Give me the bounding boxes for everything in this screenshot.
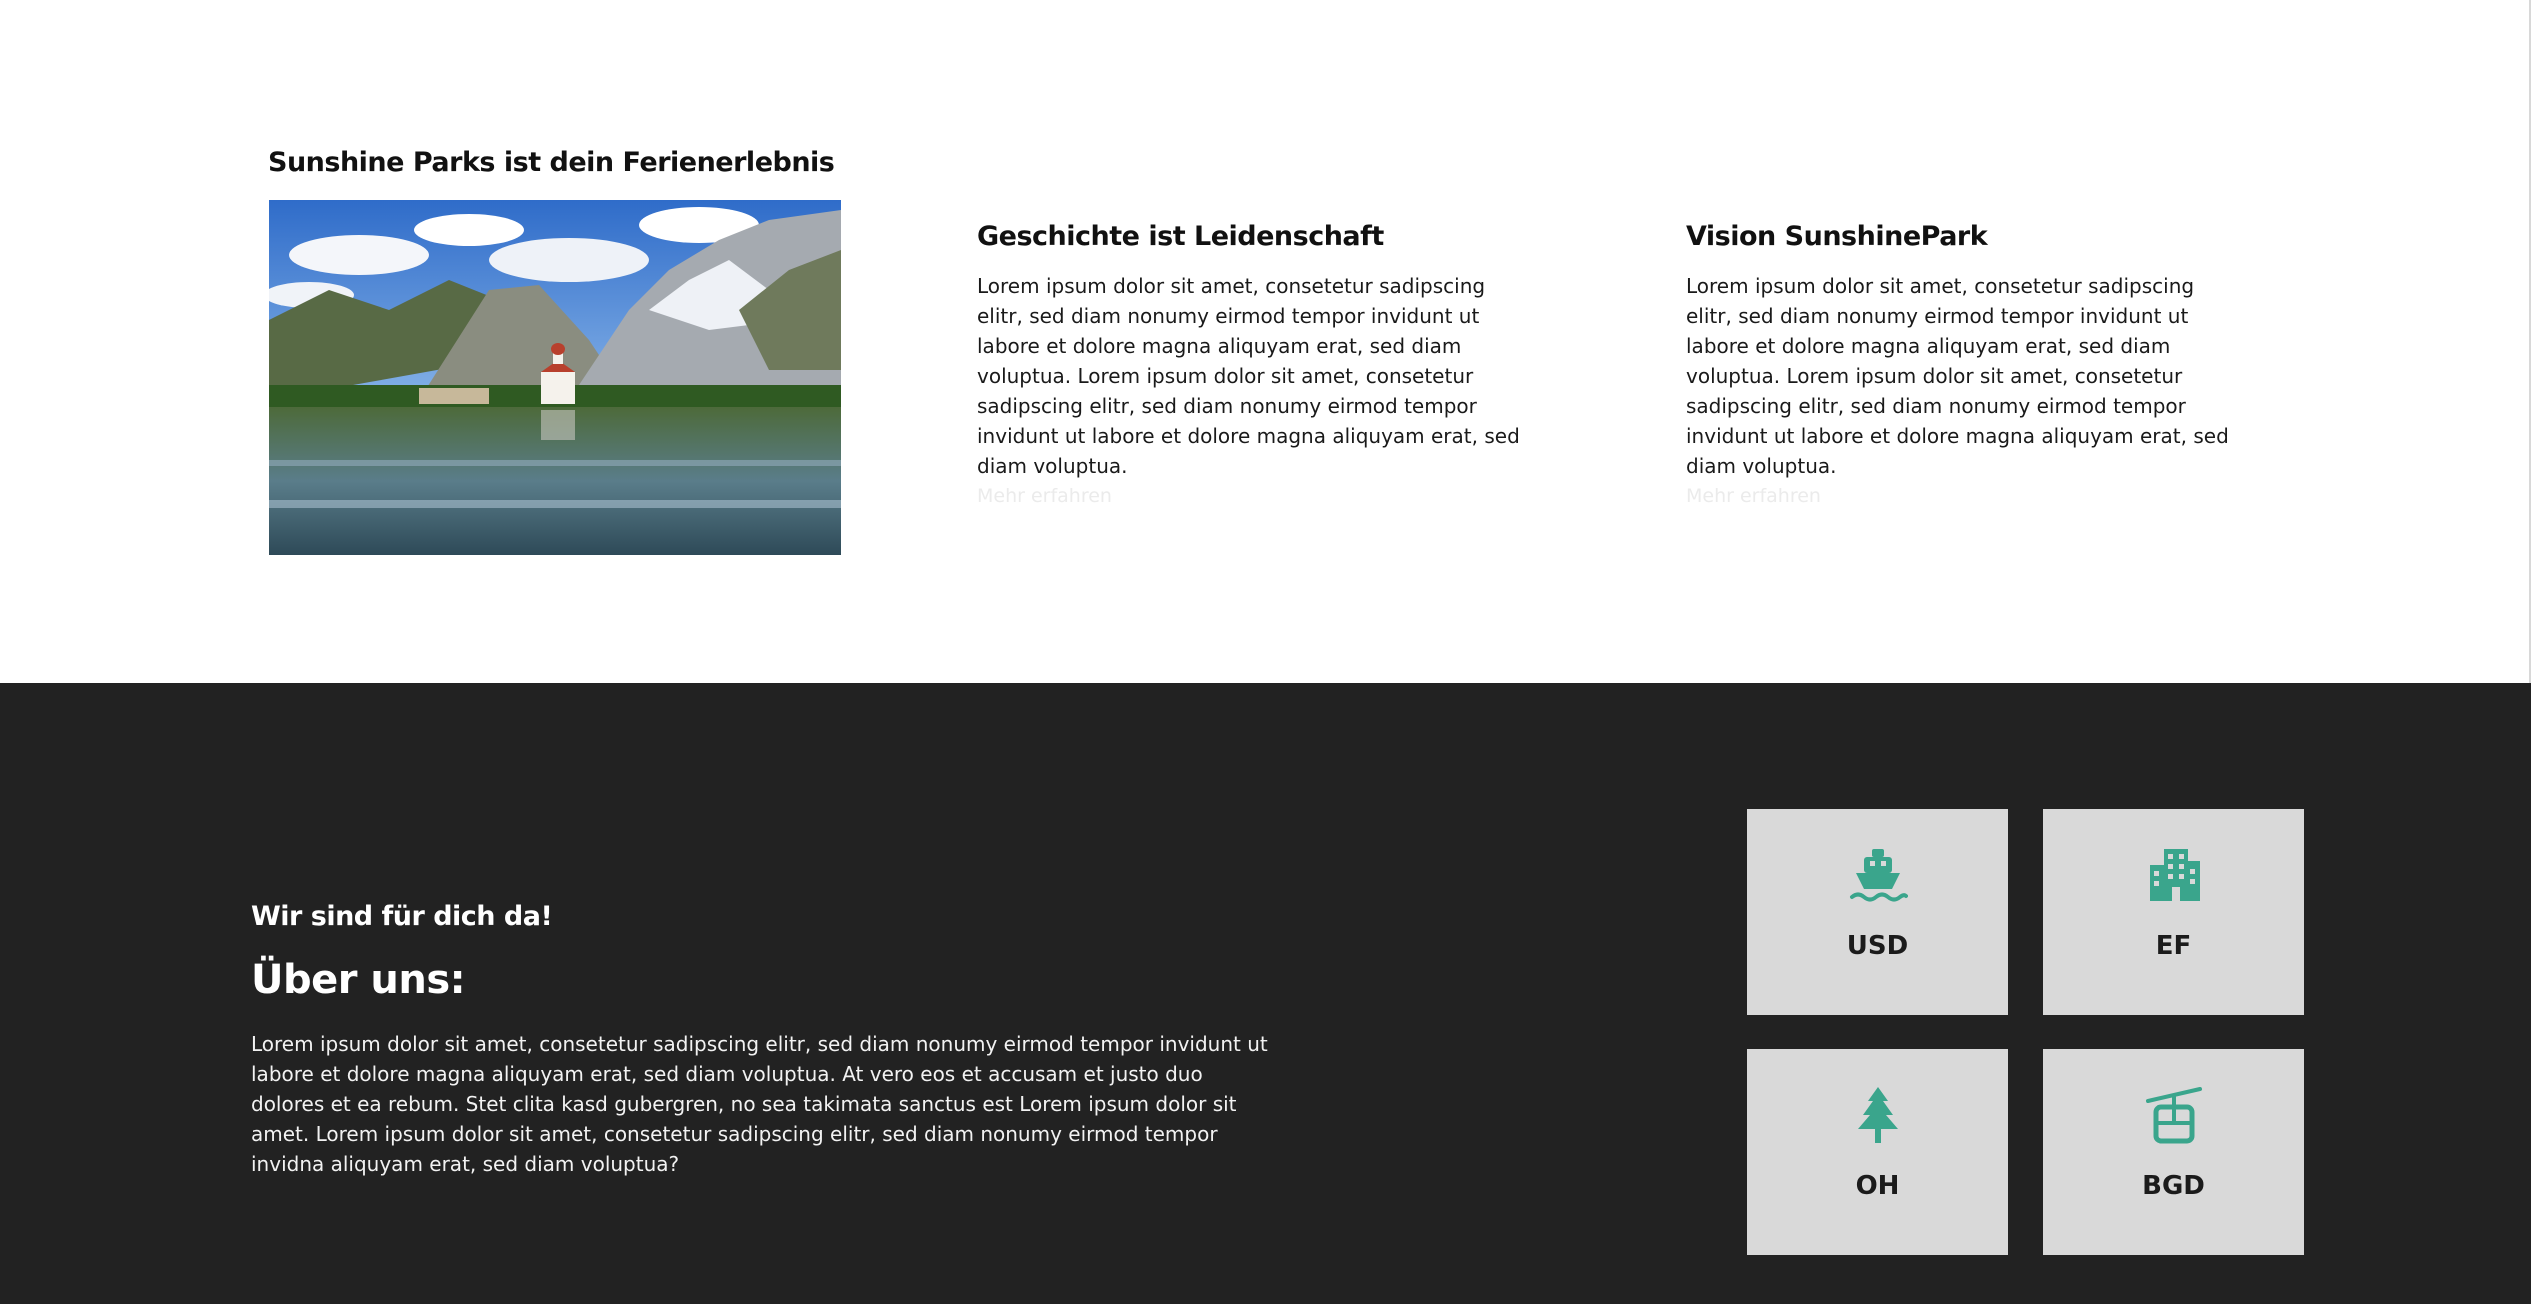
vision-column: Vision SunshinePark Lorem ipsum dolor si… [1686,221,2246,508]
history-text: Lorem ipsum dolor sit amet, consetetur s… [977,274,1520,478]
vision-text: Lorem ipsum dolor sit amet, consetetur s… [1686,274,2229,478]
tile-code: OH [1855,1171,1900,1201]
cable-car-icon [2144,1085,2204,1145]
tile-code: USD [1846,931,1909,961]
lake-photo [269,200,841,555]
tile-code: EF [2155,931,2192,961]
about-title: Über uns: [251,957,466,1003]
vision-more-link[interactable]: Mehr erfahren [1686,484,2246,508]
tile-ef[interactable]: EF [2043,809,2304,1015]
about-section: Wir sind für dich da! Über uns: Lorem ip… [0,683,2531,1304]
tree-icon [1848,1085,1908,1145]
tile-oh[interactable]: OH [1747,1049,2008,1255]
about-text: Lorem ipsum dolor sit amet, consetetur s… [251,1032,1268,1176]
lake-photo-image [269,200,841,555]
intro-title: Sunshine Parks ist dein Ferienerlebnis [268,147,835,178]
vision-heading: Vision SunshinePark [1686,221,1988,252]
ship-icon [1848,845,1908,905]
history-column: Geschichte ist Leidenschaft Lorem ipsum … [977,221,1537,508]
building-icon [2144,845,2204,905]
about-kicker: Wir sind für dich da! [251,901,553,932]
intro-section: Sunshine Parks ist dein Ferienerlebnis G… [0,0,2529,683]
tile-usd[interactable]: USD [1747,809,2008,1015]
history-more-link[interactable]: Mehr erfahren [977,484,1537,508]
history-heading: Geschichte ist Leidenschaft [977,221,1384,252]
tile-code: BGD [2142,1171,2205,1201]
tile-bgd[interactable]: BGD [2043,1049,2304,1255]
